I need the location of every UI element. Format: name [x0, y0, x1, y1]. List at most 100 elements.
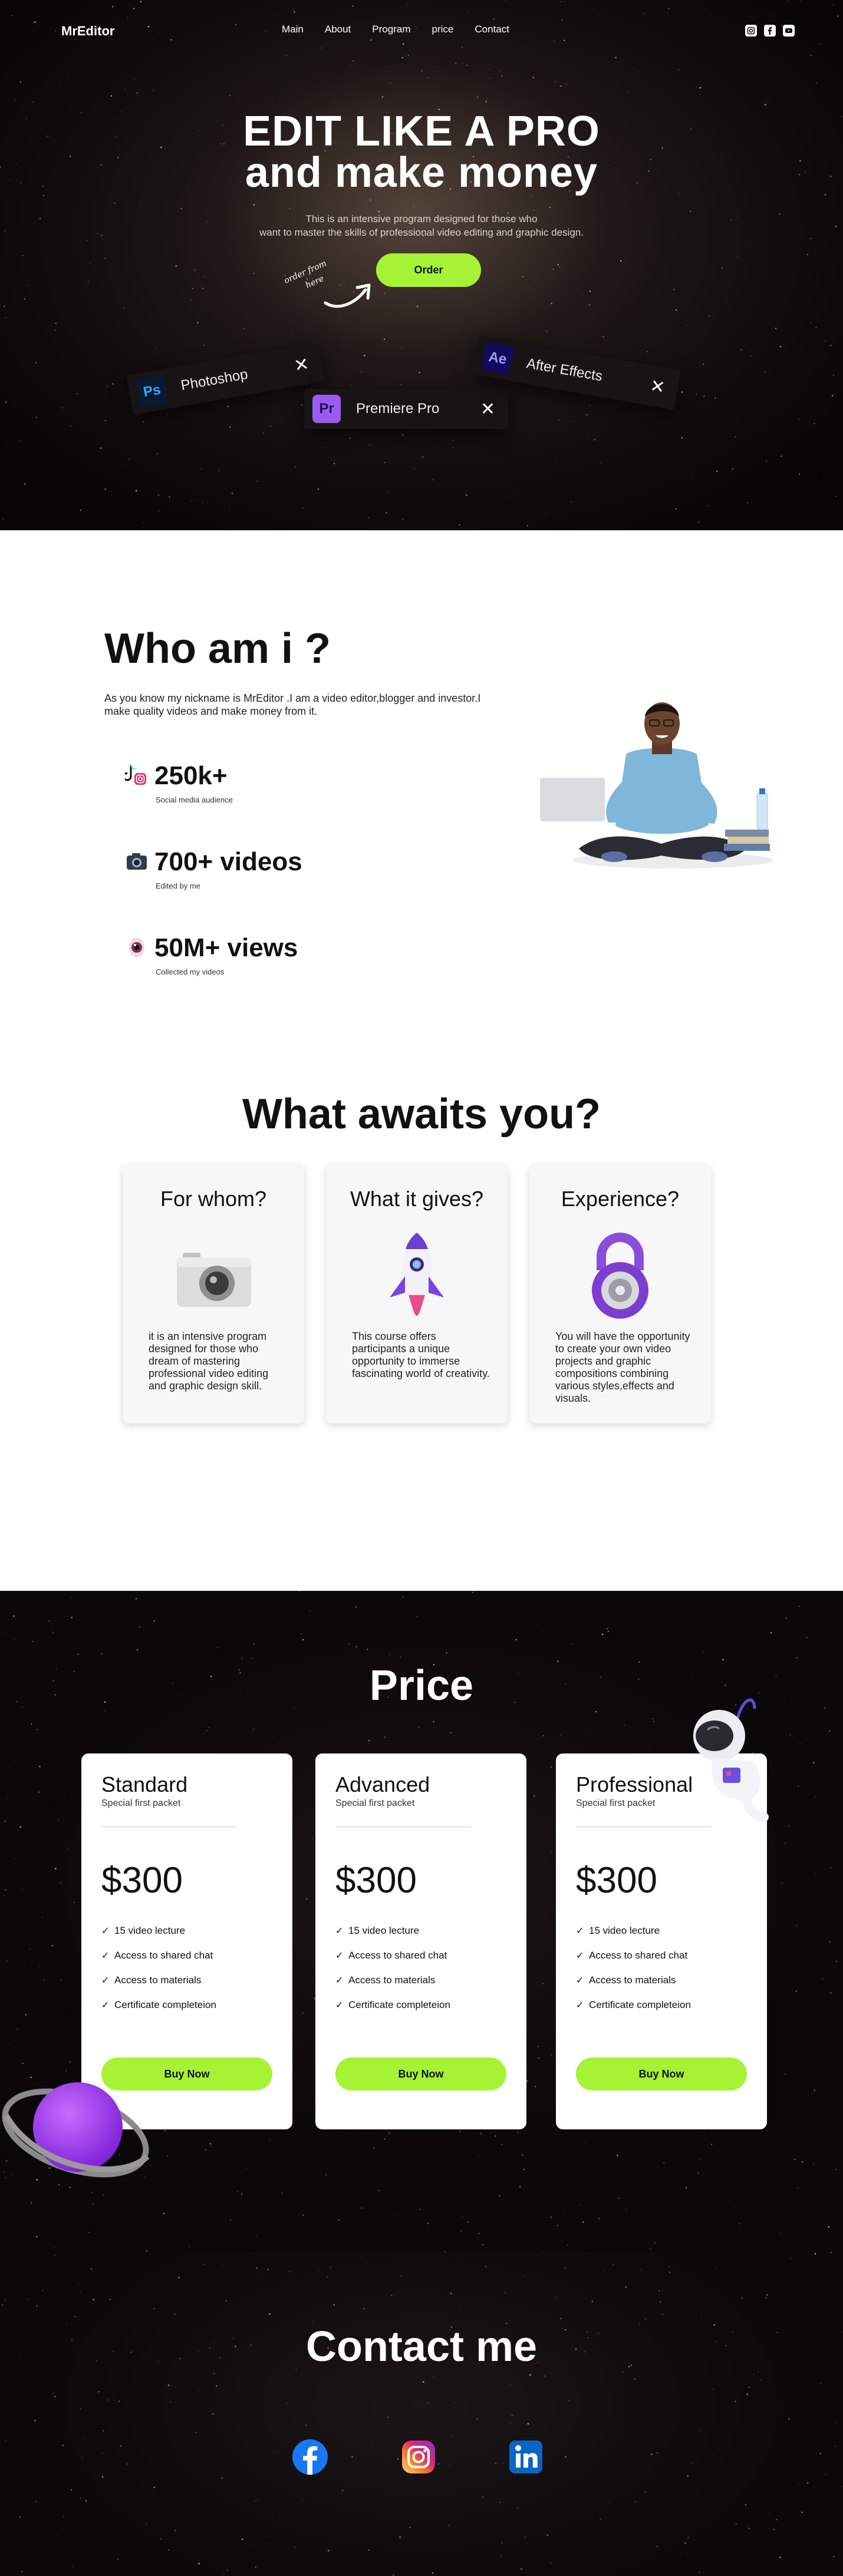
planet-illustration	[2, 2082, 150, 2178]
check-icon: ✓	[101, 1926, 110, 1936]
rocket-icon	[390, 1233, 444, 1316]
check-icon: ✓	[101, 2000, 110, 2010]
check-icon: ✓	[101, 1976, 110, 1986]
nav-links: Main About Program price Contact	[282, 24, 509, 35]
plan-price: $300	[101, 1860, 183, 1901]
stat-label: Social media audience	[156, 795, 233, 804]
starfield-background	[1, 2252, 842, 2576]
check-icon: ✓	[335, 2000, 344, 2010]
hero-title: EDIT LIKE A PRO and make money	[0, 108, 843, 196]
nav-link-contact[interactable]: Contact	[475, 24, 509, 35]
feature-item: ✓ Certificate completeion	[101, 1999, 216, 2010]
about-bio: As you know my nickname is MrEditor .I a…	[104, 692, 481, 717]
social-media-icon	[125, 764, 146, 785]
feature-item: ✓ 15 video lecture	[101, 1925, 186, 1936]
nav-link-program[interactable]: Program	[372, 24, 410, 35]
padlock-icon	[592, 1233, 648, 1319]
hero-title-line2: and make money	[245, 149, 598, 196]
nav-link-about[interactable]: About	[325, 24, 351, 35]
top-navbar: MrEditor Main About Program price Contac…	[0, 0, 843, 59]
benefit-card-for-whom: For whom? it is an intensive program des…	[123, 1164, 304, 1424]
benefits-section: What awaits you? For whom? it is an inte…	[0, 1061, 843, 1591]
photoshop-icon: Ps	[136, 375, 169, 408]
tool-card-premiere: Pr Premiere Pro ✕	[304, 389, 508, 429]
feature-item: ✓ Certificate completeion	[335, 1999, 450, 2010]
card-text: it is an intensive program designed for …	[149, 1330, 269, 1392]
order-button[interactable]: Order	[376, 253, 481, 287]
plan-card-advanced: Advanced Special first packet $300 ✓ 15 v…	[315, 1753, 526, 2129]
instagram-icon[interactable]	[400, 2438, 437, 2476]
feature-item: ✓ Access to shared chat	[101, 1950, 213, 1961]
premiere-icon: Pr	[312, 395, 341, 423]
card-text: This course offers participants a unique…	[352, 1330, 490, 1379]
stat-value: 700+ videos	[154, 847, 302, 876]
check-icon: ✓	[576, 1926, 584, 1936]
nav-link-price[interactable]: price	[432, 24, 453, 35]
feature-item: ✓ 15 video lecture	[576, 1925, 660, 1936]
card-text: You will have the opportunity to create …	[555, 1330, 690, 1404]
hero-section: MrEditor Main About Program price Contac…	[0, 0, 843, 530]
contact-section: Contact me	[0, 2252, 843, 2576]
check-icon: ✓	[335, 1951, 344, 1961]
astronaut-illustration	[693, 1698, 769, 1822]
feature-list: ✓ 15 video lecture ✓ Access to shared chat…	[576, 1918, 691, 2017]
feature-list: ✓ 15 video lecture ✓ Access to shared chat…	[101, 1918, 216, 2017]
hero-subtitle: This is an intensive program designed fo…	[0, 212, 843, 239]
camera-icon	[177, 1253, 251, 1307]
stat-value: 250k+	[154, 761, 228, 790]
curved-arrow-icon	[324, 283, 371, 308]
feature-item: ✓ Certificate completeion	[576, 1999, 691, 2010]
card-title: Experience?	[561, 1187, 680, 1211]
plan-subtitle: Special first packet	[576, 1798, 656, 1808]
header-social-links	[745, 25, 795, 37]
check-icon: ✓	[576, 1976, 584, 1986]
close-icon[interactable]: ✕	[480, 399, 495, 420]
plan-name: Professional	[576, 1772, 693, 1796]
close-icon[interactable]: ✕	[292, 354, 311, 377]
feature-item: ✓ Access to materials	[576, 1974, 676, 1986]
benefit-card-what-it-gives: What it gives? This course offers partic…	[326, 1164, 508, 1424]
instagram-icon[interactable]	[745, 25, 757, 37]
check-icon: ✓	[335, 1976, 344, 1986]
tool-name: Photoshop	[179, 366, 249, 394]
buy-now-button[interactable]: Buy Now	[576, 2058, 747, 2090]
plan-subtitle: Special first packet	[101, 1798, 181, 1808]
benefit-card-experience: Experience? You will have the opportunit…	[529, 1164, 711, 1424]
nav-link-main[interactable]: Main	[282, 24, 304, 35]
card-title: What it gives?	[350, 1187, 484, 1211]
feature-item: ✓ Access to materials	[101, 1974, 202, 1986]
site-logo[interactable]: MrEditor	[61, 24, 114, 39]
hero-subtitle-line1: This is an intensive program designed fo…	[305, 213, 538, 224]
plan-price: $300	[576, 1860, 657, 1901]
plan-subtitle: Special first packet	[335, 1798, 415, 1808]
linkedin-icon[interactable]	[507, 2438, 545, 2476]
check-icon: ✓	[576, 2000, 584, 2010]
buy-now-button[interactable]: Buy Now	[335, 2058, 506, 2090]
close-icon[interactable]: ✕	[648, 375, 667, 398]
about-section: Who am i ? As you know my nickname is Mr…	[0, 530, 843, 1061]
benefits-title: What awaits you?	[242, 1091, 601, 1138]
feature-item: ✓ Access to shared chat	[335, 1950, 447, 1961]
tool-name: Premiere Pro	[356, 401, 440, 417]
stat-label: Edited by me	[156, 881, 200, 890]
hero-title-line1: EDIT LIKE A PRO	[243, 108, 600, 155]
after-effects-icon: Ae	[481, 342, 514, 375]
contact-title: Contact me	[305, 2323, 538, 2370]
feature-item: ✓ Access to materials	[335, 1974, 436, 1986]
card-title: For whom?	[160, 1187, 267, 1211]
hero-subtitle-line2: want to master the skills of professiona…	[259, 227, 584, 238]
plan-name: Standard	[101, 1772, 188, 1796]
feature-list: ✓ 15 video lecture ✓ Access to shared chat…	[335, 1918, 450, 2017]
plan-price: $300	[335, 1860, 417, 1901]
stat-label: Collected my videos	[156, 967, 225, 976]
tool-name: After Effects	[525, 355, 604, 385]
youtube-icon[interactable]	[783, 25, 795, 37]
camera-icon	[127, 853, 147, 870]
check-icon: ✓	[101, 1951, 110, 1961]
feature-item: ✓ 15 video lecture	[335, 1925, 420, 1936]
facebook-icon[interactable]	[764, 25, 776, 37]
feature-item: ✓ Access to shared chat	[576, 1950, 688, 1961]
about-title: Who am i ?	[104, 625, 331, 672]
check-icon: ✓	[576, 1951, 584, 1961]
facebook-icon[interactable]	[291, 2438, 329, 2476]
